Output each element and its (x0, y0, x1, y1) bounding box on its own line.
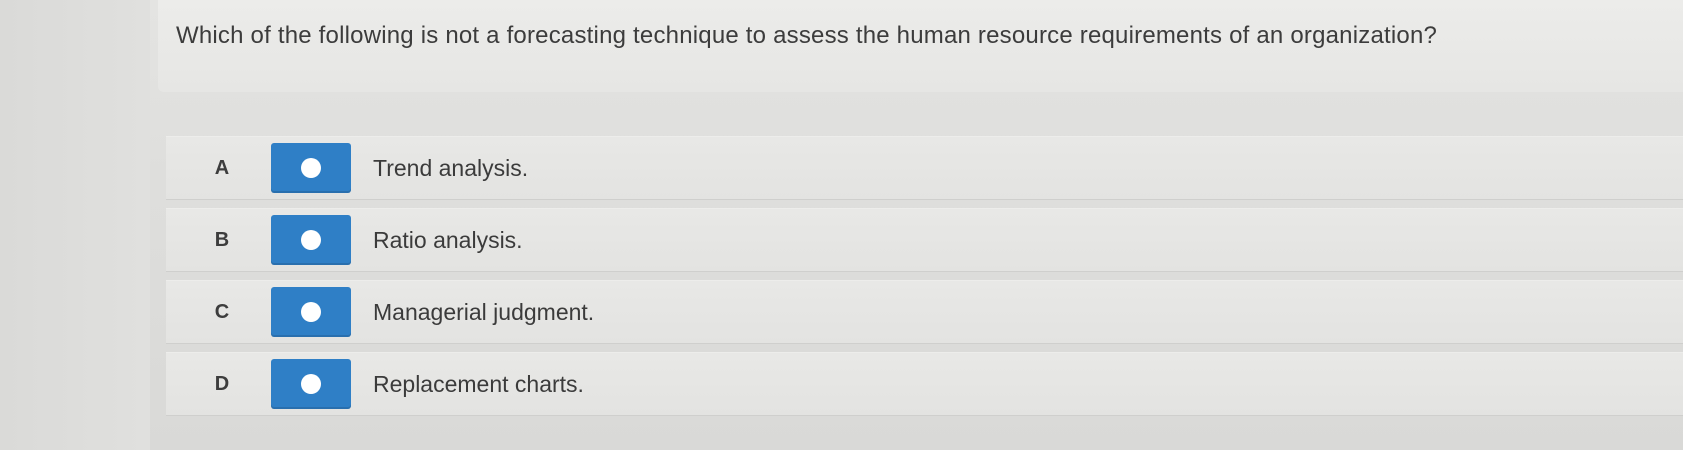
option-label: Trend analysis. (373, 155, 529, 181)
radio-dot-icon (301, 230, 321, 250)
option-label: Ratio analysis. (373, 227, 523, 253)
option-row-c[interactable]: C Managerial judgment. (166, 280, 1683, 344)
radio-dot-icon (301, 158, 321, 178)
radio-button-b[interactable] (271, 215, 351, 265)
option-letter: D (214, 373, 230, 395)
option-letter: B (214, 229, 230, 251)
option-row-d[interactable]: D Replacement charts. (166, 352, 1683, 416)
option-row-a[interactable]: A Trend analysis. (166, 136, 1683, 200)
radio-dot-icon (301, 302, 321, 322)
option-letter: C (214, 301, 230, 323)
radio-button-a[interactable] (271, 143, 351, 193)
option-label: Replacement charts. (373, 371, 584, 397)
option-label: Managerial judgment. (373, 299, 595, 325)
option-letter: A (214, 157, 230, 179)
page-margin (0, 0, 150, 450)
radio-button-c[interactable] (271, 287, 351, 337)
option-row-b[interactable]: B Ratio analysis. (166, 208, 1683, 272)
radio-button-d[interactable] (271, 359, 351, 409)
radio-dot-icon (301, 374, 321, 394)
answer-options: A Trend analysis. B Ratio analysis. C Ma… (166, 136, 1683, 424)
question-text: Which of the following is not a forecast… (176, 22, 1438, 49)
